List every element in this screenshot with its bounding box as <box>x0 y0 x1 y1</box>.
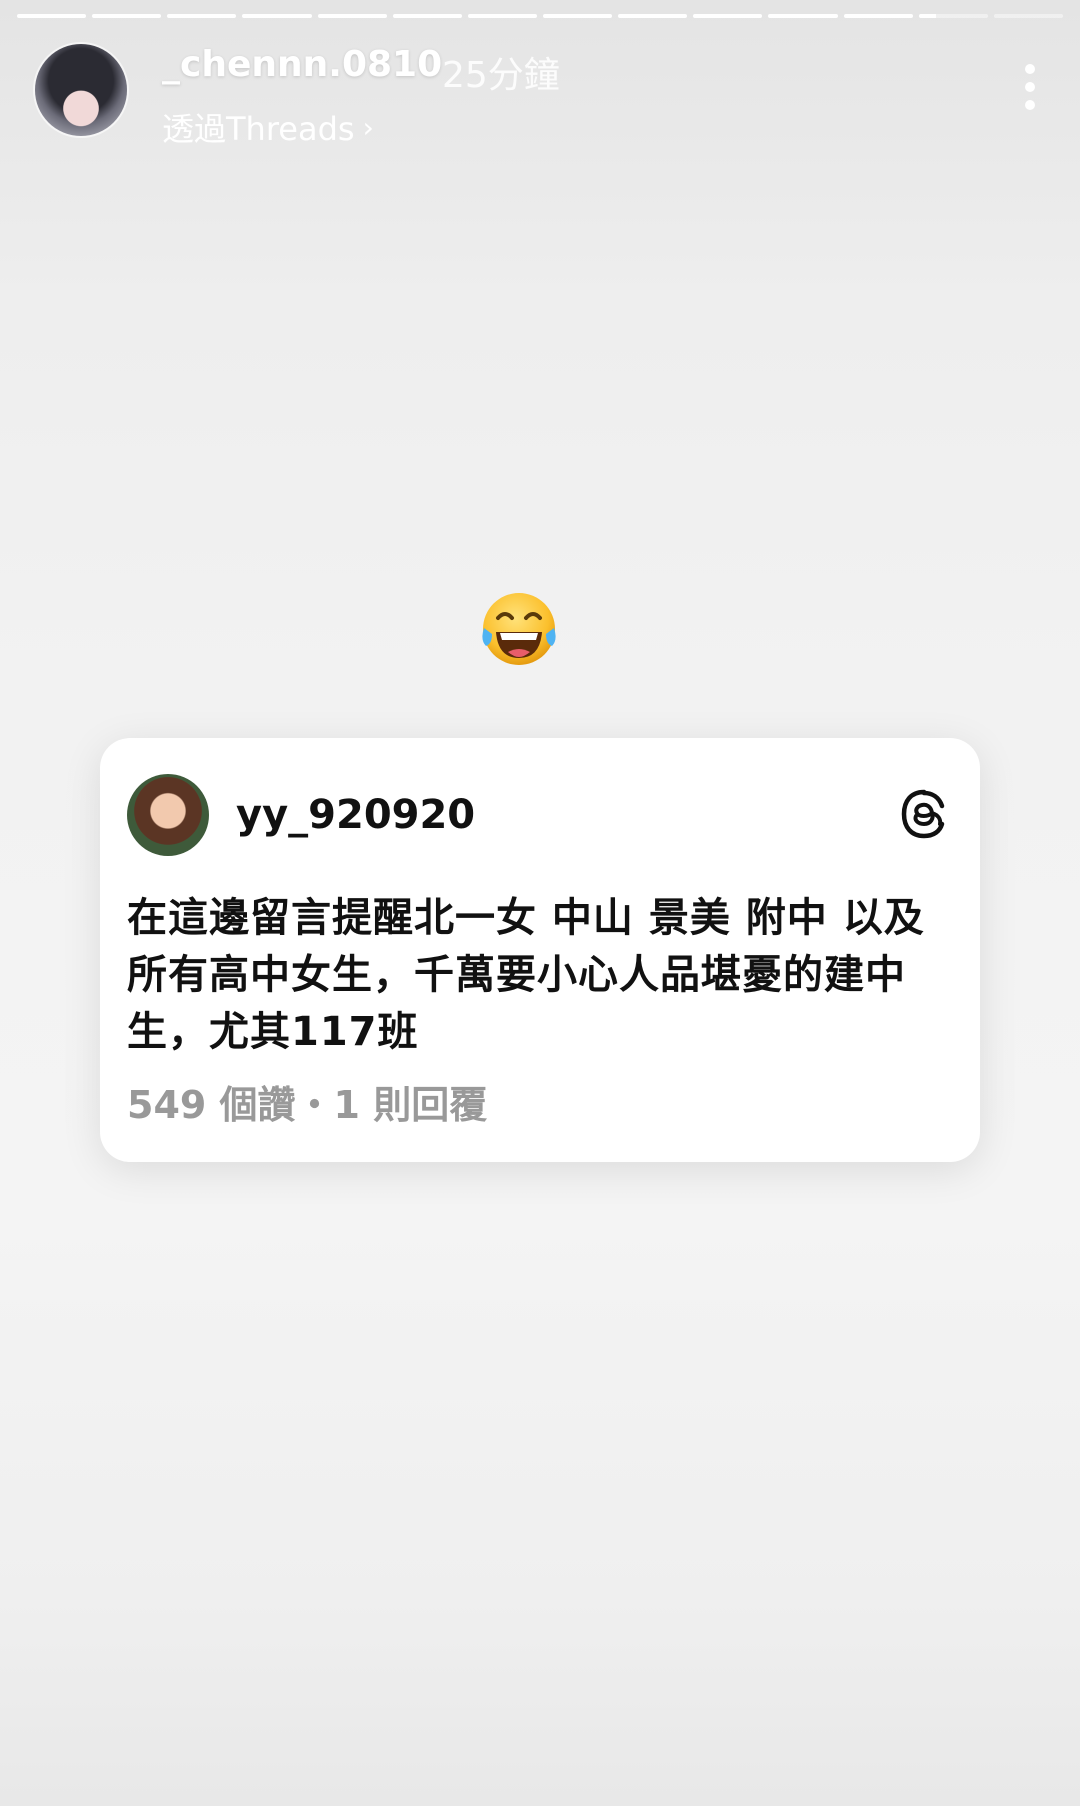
story-progress-segment <box>843 14 913 18</box>
story-progress-segment <box>993 14 1063 18</box>
story-header: _chennn.0810 25分鐘 透過Threads › <box>35 44 1045 154</box>
story-progress-segment <box>918 14 988 18</box>
via-threads-link[interactable]: 透過Threads › <box>162 104 374 150</box>
story-timestamp: 25分鐘 <box>442 55 560 96</box>
post-author-avatar[interactable] <box>127 774 209 856</box>
post-text: 在這邊留言提醒北一女 中山 景美 附中 以及所有高中女生，千萬要小心人品堪憂的建… <box>127 895 925 1055</box>
threads-post-card[interactable]: yy_920920 在這邊留言提醒北一女 中山 景美 附中 以及所有高中女生，千… <box>100 738 980 1162</box>
story-progress-segment <box>242 14 312 18</box>
story-progress-segment <box>167 14 237 18</box>
story-progress-segment <box>542 14 613 18</box>
story-progress-segment <box>618 14 688 18</box>
story-progress-bar <box>17 14 1063 18</box>
chevron-right-icon: › <box>362 110 374 144</box>
more-options-icon[interactable] <box>1015 64 1045 124</box>
post-author-username[interactable]: yy_920920 <box>236 792 475 838</box>
post-stats: 549 個讚・1 則回覆 <box>127 1083 488 1127</box>
story-progress-segment <box>392 14 462 18</box>
tears-of-joy-emoji-icon <box>482 593 556 665</box>
story-progress-segment <box>17 14 87 18</box>
story-username[interactable]: _chennn.0810 <box>162 44 442 85</box>
profile-avatar[interactable] <box>35 44 127 136</box>
story-progress-segment <box>317 14 387 18</box>
story-progress-segment <box>467 14 537 18</box>
story-progress-segment <box>92 14 162 18</box>
threads-icon[interactable] <box>898 788 950 840</box>
via-threads-label: 透過Threads <box>162 110 355 148</box>
story-progress-segment <box>768 14 838 18</box>
story-progress-segment <box>693 14 763 18</box>
